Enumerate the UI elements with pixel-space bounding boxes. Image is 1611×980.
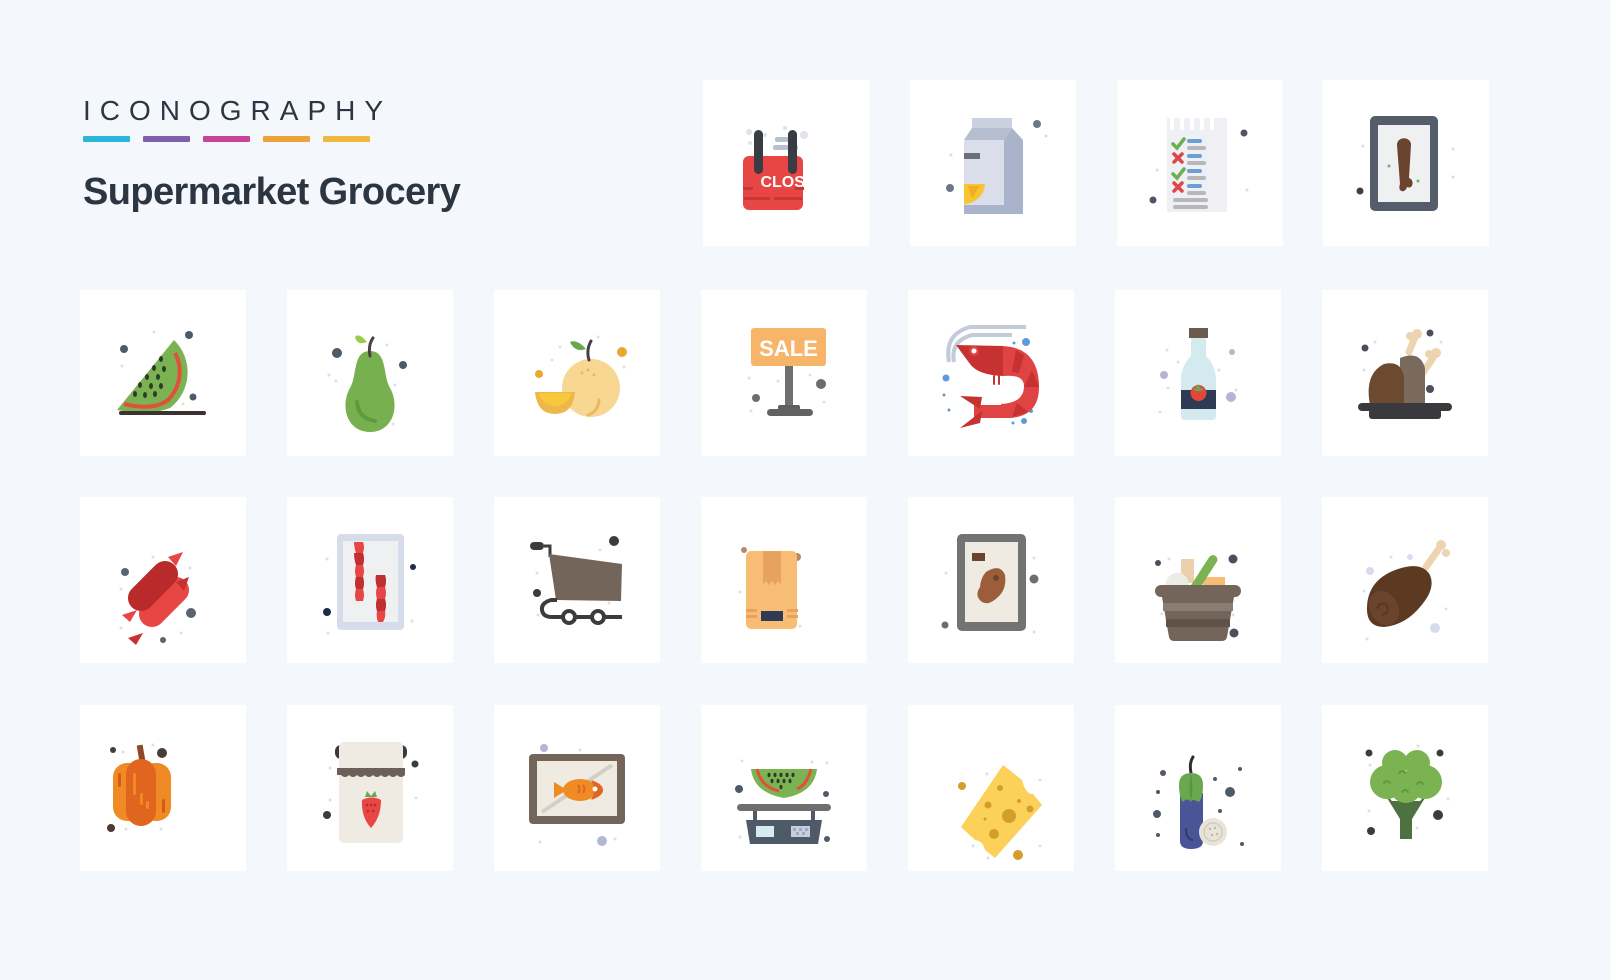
- broccoli-icon: [1365, 744, 1450, 839]
- icon-tile[interactable]: [80, 497, 246, 663]
- close-sign-icon: CLOSE: [743, 126, 816, 210]
- milk-carton-icon: [946, 118, 1048, 214]
- icon-tile[interactable]: [287, 497, 453, 663]
- icon-tile[interactable]: [1115, 497, 1281, 663]
- cheese-icon: [958, 765, 1042, 860]
- page-title: Supermarket Grocery: [83, 171, 461, 213]
- roast-chicken-icon: [1358, 329, 1452, 419]
- close-sign-text: CLOSE: [760, 174, 815, 191]
- icon-tile[interactable]: [910, 80, 1076, 246]
- accent-bars: [83, 136, 460, 142]
- icon-tile[interactable]: [80, 290, 246, 456]
- icon-tile[interactable]: [80, 705, 246, 871]
- cardboard-box-icon: [738, 547, 802, 629]
- meat-package-icon: [941, 534, 1039, 634]
- watermelon-slice-icon: [117, 330, 206, 415]
- brand-kicker: ICONOGRAPHY: [83, 95, 393, 126]
- icon-tile[interactable]: [494, 497, 660, 663]
- icon-tile[interactable]: [701, 497, 867, 663]
- shrimp-icon: [942, 325, 1039, 428]
- icon-tile[interactable]: [701, 705, 867, 871]
- pear-icon: [327, 335, 407, 432]
- accent-bar-yellow: [323, 136, 370, 142]
- icon-tile[interactable]: [1322, 290, 1488, 456]
- icon-tile[interactable]: [1322, 497, 1488, 663]
- icon-tile[interactable]: [1322, 705, 1488, 871]
- icon-tile[interactable]: [908, 497, 1074, 663]
- strawberry-jam-icon: [323, 742, 419, 843]
- icon-tile[interactable]: [494, 705, 660, 871]
- icon-tile[interactable]: [908, 290, 1074, 456]
- brand-header: ICONOGRAPHY Supermarket Grocery: [83, 95, 461, 214]
- accent-bar-purple: [143, 136, 190, 142]
- chicken-leg-tray-icon: [1356, 116, 1455, 211]
- weighing-scale-icon: [735, 759, 831, 844]
- icon-tile[interactable]: [1115, 705, 1281, 871]
- grapefruit-icon: [535, 335, 627, 417]
- icon-tile[interactable]: CLOSE: [703, 80, 869, 246]
- icon-tile[interactable]: [494, 290, 660, 456]
- sausages-icon: [119, 552, 196, 645]
- checklist-icon: [1149, 118, 1249, 212]
- icon-tile[interactable]: [1117, 80, 1283, 246]
- shopping-cart-icon: [530, 536, 622, 625]
- accent-bar-magenta: [203, 136, 250, 142]
- icon-tile[interactable]: [1115, 290, 1281, 456]
- bacon-pack-icon: [323, 534, 416, 635]
- icon-tile[interactable]: [908, 705, 1074, 871]
- sale-sign-icon: SALE: [747, 328, 826, 416]
- ham-leg-icon: [1362, 540, 1450, 641]
- sale-sign-text: SALE: [759, 336, 818, 361]
- eggplant-icon: [1153, 755, 1244, 849]
- grocery-basket-icon: [1155, 554, 1241, 641]
- icon-tile[interactable]: SALE: [701, 290, 867, 456]
- ketchup-bottle-icon: [1158, 328, 1238, 420]
- icon-tile[interactable]: [287, 705, 453, 871]
- fish-package-icon: [529, 744, 625, 846]
- pumpkin-icon: [107, 743, 171, 832]
- icon-tile[interactable]: [1323, 80, 1489, 246]
- accent-bar-orange: [263, 136, 310, 142]
- accent-bar-cyan: [83, 136, 130, 142]
- icon-tile[interactable]: [287, 290, 453, 456]
